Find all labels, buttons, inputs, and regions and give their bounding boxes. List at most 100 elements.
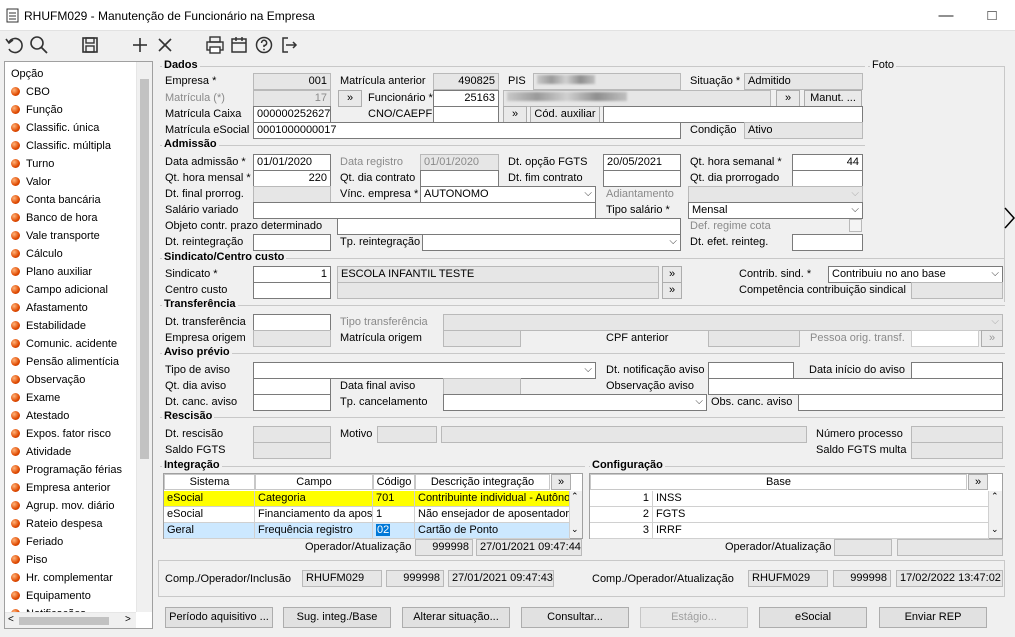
- alterar-situacao-button[interactable]: Alterar situação...: [402, 607, 510, 628]
- integracao-cell-descricao[interactable]: Cartão de Ponto: [415, 523, 570, 539]
- scroll-up-icon[interactable]: ⌃: [571, 491, 579, 502]
- cod-auxiliar-button[interactable]: Cód. auxiliar: [530, 106, 600, 123]
- option-item[interactable]: Banco de hora: [11, 212, 98, 230]
- configuracao-cell-numero[interactable]: 3: [590, 523, 653, 539]
- col-header-codigo[interactable]: Código: [373, 474, 415, 490]
- option-item[interactable]: Classific. única: [11, 122, 99, 140]
- integracao-cell-campo[interactable]: Financiamento da aposen: [255, 507, 373, 523]
- tp-reintegracao-select[interactable]: ⌵: [422, 234, 681, 251]
- qt-dia-contrato-field[interactable]: [420, 170, 499, 187]
- option-item[interactable]: Atestado: [11, 410, 69, 428]
- qt-hora-semanal-field[interactable]: 44: [792, 154, 863, 171]
- tp-cancelamento-select[interactable]: ⌵: [443, 394, 707, 411]
- centro-custo-field[interactable]: [253, 282, 331, 299]
- tipo-salario-select[interactable]: Mensal ⌵: [688, 202, 863, 219]
- option-item[interactable]: Observação: [11, 374, 85, 392]
- consultar-button[interactable]: Consultar...: [521, 607, 629, 628]
- options-hscrollbar[interactable]: < >: [5, 612, 136, 628]
- col-header-base[interactable]: Base: [590, 474, 967, 490]
- option-item[interactable]: Conta bancária: [11, 194, 101, 212]
- col-header-descricao[interactable]: Descrição integração: [415, 474, 550, 490]
- integracao-cell-codigo[interactable]: 1: [373, 507, 415, 523]
- objeto-contr-field[interactable]: [337, 218, 681, 235]
- salario-variado-field[interactable]: [253, 202, 596, 219]
- save-icon[interactable]: [79, 34, 101, 56]
- option-item[interactable]: Atividade: [11, 446, 71, 464]
- manut-button[interactable]: Manut. ...: [804, 90, 862, 107]
- options-vscrollbar[interactable]: [136, 62, 152, 612]
- option-item[interactable]: Valor: [11, 176, 51, 194]
- esocial-button[interactable]: eSocial: [759, 607, 867, 628]
- dt-canc-aviso-field[interactable]: [253, 394, 331, 411]
- enviar-rep-button[interactable]: Enviar REP: [879, 607, 987, 628]
- dt-reintegracao-field[interactable]: [253, 234, 331, 251]
- options-scroll-thumb[interactable]: [140, 79, 149, 459]
- cno-lookup-button[interactable]: »: [503, 106, 527, 123]
- option-item[interactable]: Feriado: [11, 536, 63, 554]
- option-item[interactable]: Função: [11, 104, 63, 122]
- options-hscroll-thumb[interactable]: [19, 617, 109, 625]
- dt-opcao-fgts-field[interactable]: 20/05/2021: [603, 154, 681, 171]
- option-item[interactable]: Programação férias: [11, 464, 122, 482]
- col-header-campo[interactable]: Campo: [255, 474, 373, 490]
- integracao-cell-campo[interactable]: Categoria: [255, 491, 373, 507]
- centro-custo-lookup-button[interactable]: »: [662, 282, 682, 299]
- option-item[interactable]: Campo adicional: [11, 284, 108, 302]
- minimize-button[interactable]: —: [923, 0, 969, 31]
- print-icon[interactable]: [204, 34, 226, 56]
- configuracao-cell-nome[interactable]: FGTS: [653, 507, 989, 523]
- dt-transferencia-field[interactable]: [253, 314, 331, 331]
- dt-fim-contrato-field[interactable]: [603, 170, 681, 187]
- configuracao-cell-nome[interactable]: INSS: [653, 491, 989, 507]
- option-item[interactable]: Exame: [11, 392, 60, 410]
- integracao-cell-codigo[interactable]: 02: [373, 523, 415, 539]
- matricula-caixa-field[interactable]: 000000252627: [253, 106, 331, 123]
- dt-notificacao-aviso-field[interactable]: [708, 362, 794, 379]
- undo-icon[interactable]: [4, 34, 26, 56]
- configuracao-cell-nome[interactable]: IRRF: [653, 523, 989, 539]
- option-item[interactable]: Turno: [11, 158, 54, 176]
- dt-efet-reinteg-field[interactable]: [792, 234, 863, 251]
- qt-dia-prorrogado-field[interactable]: [792, 170, 863, 187]
- dt-inicio-aviso-field[interactable]: [911, 362, 1003, 379]
- option-item[interactable]: Vale transporte: [11, 230, 100, 248]
- option-item[interactable]: Empresa anterior: [11, 482, 110, 500]
- pessoa-orig-lookup-button[interactable]: »: [981, 330, 1003, 347]
- option-item[interactable]: CBO: [11, 86, 50, 104]
- contrib-sind-select[interactable]: Contribuiu no ano base ⌵: [828, 266, 1003, 283]
- integracao-cell-descricao[interactable]: Não ensejador de aposentador: [415, 507, 570, 523]
- integracao-cell-codigo[interactable]: 701: [373, 491, 415, 507]
- integracao-cell-descricao[interactable]: Contribuinte individual - Autônor: [415, 491, 570, 507]
- estagio-button[interactable]: Estágio...: [640, 607, 748, 628]
- periodo-aquisitivo-button[interactable]: Período aquisitivo ...: [165, 607, 273, 628]
- calendar-icon[interactable]: [228, 34, 250, 56]
- integracao-cell-sistema[interactable]: eSocial: [164, 507, 255, 523]
- scroll-down-icon[interactable]: ⌄: [571, 524, 579, 535]
- option-item[interactable]: Classific. múltipla: [11, 140, 111, 158]
- cno-caepf-field[interactable]: [433, 106, 499, 123]
- option-item[interactable]: Plano auxiliar: [11, 266, 92, 284]
- cod-auxiliar-field[interactable]: [603, 106, 863, 123]
- vinc-empresa-select[interactable]: AUTONOMO ⌵: [420, 186, 596, 203]
- option-item[interactable]: Agrup. mov. diário: [11, 500, 114, 518]
- configuracao-cell-numero[interactable]: 2: [590, 507, 653, 523]
- delete-icon[interactable]: [154, 34, 176, 56]
- sindicato-lookup-button[interactable]: »: [662, 266, 682, 283]
- scroll-down-icon[interactable]: ⌄: [991, 524, 999, 535]
- option-item[interactable]: Cálculo: [11, 248, 63, 266]
- scroll-right-icon[interactable]: >: [125, 614, 131, 625]
- option-item[interactable]: Pensão alimentícia: [11, 356, 119, 374]
- option-item[interactable]: Equipamento: [11, 590, 91, 608]
- option-item[interactable]: Expos. fator risco: [11, 428, 111, 446]
- option-item[interactable]: Afastamento: [11, 302, 88, 320]
- obs-canc-aviso-field[interactable]: [798, 394, 1003, 411]
- integracao-vscrollbar[interactable]: ⌃ ⌄: [570, 491, 582, 538]
- maximize-button[interactable]: □: [969, 0, 1015, 31]
- exit-icon[interactable]: [278, 34, 300, 56]
- funcionario-field[interactable]: 25163: [433, 90, 499, 107]
- matricula-lookup-button[interactable]: »: [338, 90, 362, 107]
- qt-dia-aviso-field[interactable]: [253, 378, 331, 395]
- col-header-sistema[interactable]: Sistema: [164, 474, 255, 490]
- configuracao-cell-numero[interactable]: 1: [590, 491, 653, 507]
- integracao-expand-button[interactable]: »: [551, 474, 571, 490]
